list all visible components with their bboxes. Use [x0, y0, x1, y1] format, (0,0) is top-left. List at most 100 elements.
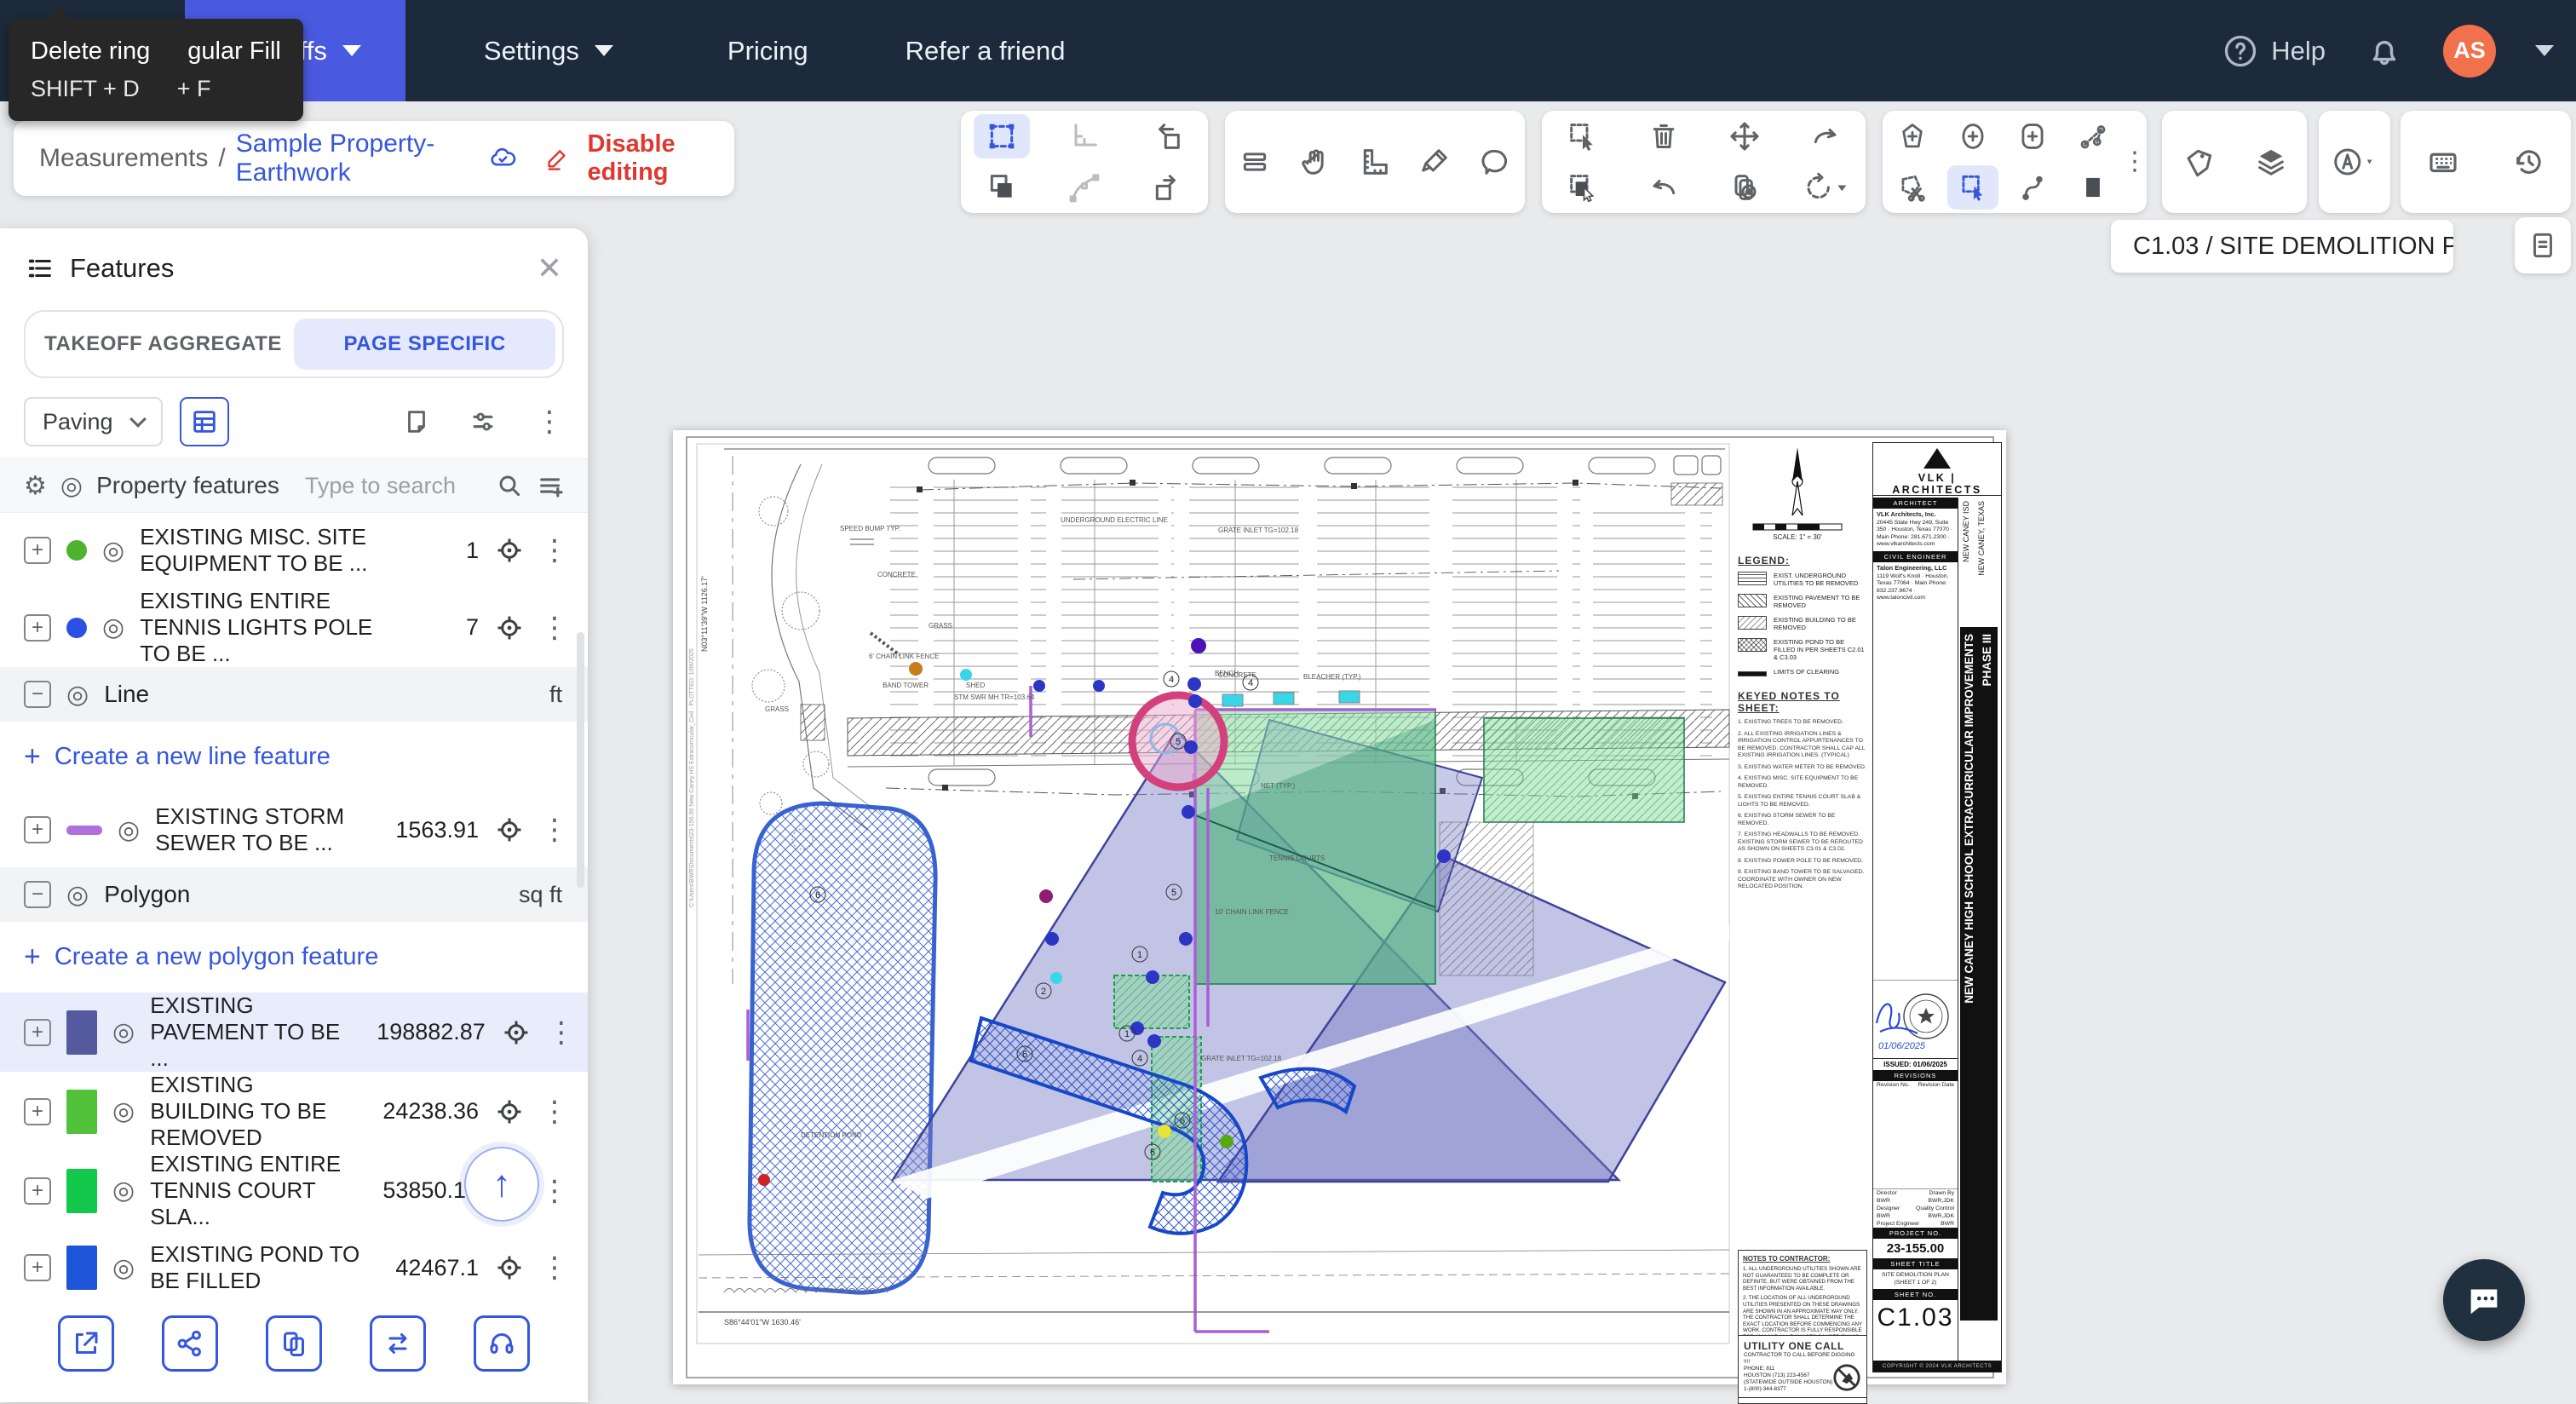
visibility-ring-icon[interactable]: ◎ [66, 880, 89, 910]
pond-polygon[interactable] [750, 803, 935, 1292]
panel-scrollbar[interactable] [577, 632, 584, 888]
keyboard-shortcuts-icon[interactable] [2415, 140, 2471, 184]
expand-icon[interactable]: + [24, 1019, 51, 1046]
row-menu-icon[interactable]: ⋮ [540, 1177, 569, 1205]
add-feature-list-icon[interactable] [537, 471, 566, 500]
visibility-ring-icon[interactable]: ◎ [112, 1253, 135, 1283]
search-input[interactable]: Type to search [305, 473, 482, 499]
feature-row[interactable]: + ◎ EXISTING BUILDING TO BE REMOVED 2423… [0, 1072, 588, 1151]
polygon-group-header[interactable]: − ◎ Polygon sq ft [0, 867, 588, 922]
repeat-takeoff-button[interactable] [370, 1315, 426, 1372]
open-external-button[interactable] [58, 1315, 114, 1372]
feature-row-selected[interactable]: + ◎ EXISTING PAVEMENT TO BE ... 198882.8… [0, 993, 588, 1072]
filter-sliders-icon[interactable] [469, 407, 497, 436]
feature-color-swatch[interactable] [66, 826, 102, 835]
locate-icon[interactable] [494, 1096, 525, 1127]
draw-group-more-icon[interactable]: ⋮ [2122, 149, 2148, 175]
add-ellipse-tool[interactable] [1947, 114, 1998, 158]
rotate-reset-tool[interactable] [1797, 165, 1854, 210]
expand-icon[interactable]: + [24, 537, 51, 564]
select-shape-tool[interactable] [1947, 165, 1998, 210]
panel-menu-icon[interactable]: ⋮ [535, 407, 564, 436]
feature-row[interactable]: + ◎ EXISTING STORM SEWER TO BE ... 1563.… [0, 792, 588, 867]
feature-color-swatch[interactable] [66, 540, 87, 561]
visibility-ring-icon[interactable]: ◎ [118, 815, 140, 845]
feature-color-swatch[interactable] [66, 1010, 97, 1055]
rotate-ccw-tool[interactable] [1139, 114, 1195, 158]
nav-settings[interactable]: Settings [440, 0, 658, 101]
row-menu-icon[interactable]: ⋮ [547, 1018, 576, 1047]
breadcrumb-root[interactable]: Measurements [39, 144, 208, 173]
locate-icon[interactable] [494, 613, 525, 643]
annotation-a-tool[interactable] [2323, 140, 2386, 184]
polyline-nodes-tool[interactable] [2067, 114, 2119, 158]
tag-tool[interactable] [2171, 140, 2227, 184]
feature-row[interactable]: + ◎ EXISTING ENTIRE TENNIS LIGHTS POLE T… [0, 588, 588, 667]
lasso-select-tool[interactable] [1555, 114, 1611, 158]
feature-color-swatch[interactable] [66, 1090, 97, 1134]
filled-rect-tool[interactable] [2067, 165, 2119, 210]
rotate-cw-tool[interactable] [1139, 165, 1195, 210]
visibility-ring-icon[interactable]: ◎ [102, 536, 124, 566]
visibility-ring-icon[interactable]: ◎ [102, 613, 124, 642]
row-menu-icon[interactable]: ⋮ [540, 613, 569, 642]
search-icon[interactable] [496, 472, 523, 499]
history-icon[interactable] [2500, 140, 2556, 184]
close-icon[interactable]: ✕ [537, 250, 562, 286]
layers-icon[interactable] [2243, 140, 2299, 184]
locate-icon[interactable] [501, 1017, 532, 1048]
pan-hand-tool[interactable] [1287, 140, 1343, 184]
row-menu-icon[interactable]: ⋮ [540, 815, 569, 844]
row-menu-icon[interactable]: ⋮ [540, 536, 569, 565]
move-tool[interactable] [1716, 114, 1773, 158]
tab-takeoff-aggregate[interactable]: TAKEOFF AGGREGATE [32, 319, 294, 370]
add-pentagon-tool[interactable] [1887, 114, 1938, 158]
visibility-ring-icon[interactable]: ◎ [66, 680, 89, 710]
expand-icon[interactable]: + [24, 1177, 51, 1205]
help-button[interactable]: Help [2222, 32, 2326, 70]
disable-editing-button[interactable]: Disable editing [587, 130, 709, 187]
feature-color-swatch[interactable] [66, 1246, 97, 1290]
notes-icon[interactable] [402, 407, 431, 436]
undo-tool[interactable] [1636, 165, 1692, 210]
feature-row[interactable]: + ◎ EXISTING POND TO BE FILLED 42467.1 ⋮ [0, 1230, 588, 1290]
row-menu-icon[interactable]: ⋮ [540, 1097, 569, 1126]
feature-color-swatch[interactable] [66, 618, 87, 638]
locate-icon[interactable] [494, 814, 525, 845]
feature-row[interactable]: + ◎ EXISTING MISC. SITE EQUIPMENT TO BE … [0, 513, 588, 588]
page-panel-toggle[interactable] [2515, 217, 2571, 273]
copy-to-page-tool[interactable] [1716, 165, 1773, 210]
locate-icon[interactable] [494, 535, 525, 566]
breadcrumb-current[interactable]: Sample Property- Earthwork [236, 129, 457, 187]
avatar[interactable]: AS [2443, 25, 2496, 78]
scroll-to-top-button[interactable]: ↑ [464, 1147, 539, 1222]
angle-guide-tool[interactable] [1056, 114, 1113, 158]
current-page-label[interactable]: C1.03 / SITE DEMOLITION PL... [2111, 220, 2453, 273]
bell-icon[interactable] [2365, 32, 2404, 71]
table-view-button[interactable] [180, 397, 229, 446]
bezier-curve-tool[interactable] [1056, 165, 1113, 210]
expand-icon[interactable]: + [24, 1254, 51, 1281]
collapse-icon[interactable]: − [24, 881, 51, 908]
visibility-ring-icon[interactable]: ◎ [112, 1096, 135, 1126]
create-polygon-feature-button[interactable]: +Create a new polygon feature [0, 922, 588, 993]
marquee-select-tool[interactable] [974, 114, 1030, 158]
expand-icon[interactable]: + [24, 816, 51, 843]
rows-tool[interactable] [1227, 140, 1283, 184]
cut-polygon-tool[interactable] [1887, 165, 1938, 210]
highlighter-tool[interactable] [1406, 140, 1463, 184]
scale-ruler-tool[interactable] [1347, 140, 1403, 184]
nav-pricing[interactable]: Pricing [683, 0, 853, 101]
comment-tool[interactable] [1467, 140, 1523, 184]
support-headset-button[interactable] [474, 1315, 530, 1372]
delete-tool[interactable] [1636, 114, 1692, 158]
nav-refer[interactable]: Refer a friend [861, 0, 1110, 101]
visibility-ring-icon[interactable]: ◎ [112, 1176, 135, 1205]
tab-page-specific[interactable]: PAGE SPECIFIC [294, 319, 555, 370]
node-path-tool[interactable] [2007, 165, 2058, 210]
duplicate-tool[interactable] [974, 165, 1030, 210]
lasso-fill-select-tool[interactable] [1555, 165, 1611, 210]
gear-icon[interactable]: ⚙ [24, 471, 47, 501]
create-line-feature-button[interactable]: +Create a new line feature [0, 722, 588, 792]
category-select[interactable]: Paving [24, 397, 163, 446]
